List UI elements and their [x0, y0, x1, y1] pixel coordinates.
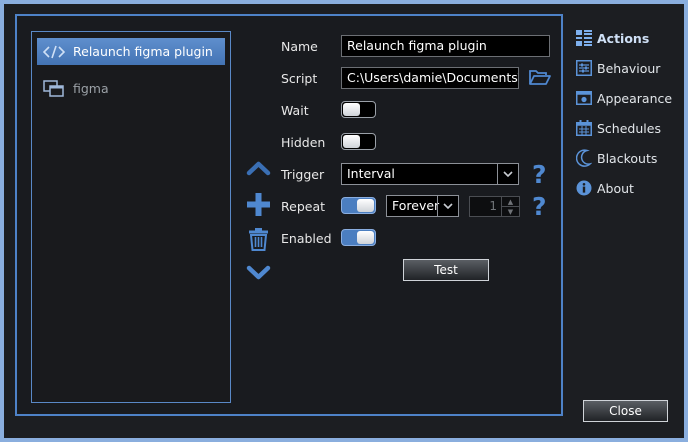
- wait-toggle[interactable]: [341, 101, 376, 118]
- trigger-help-icon[interactable]: ?: [532, 162, 547, 187]
- add-icon[interactable]: [246, 192, 271, 217]
- hidden-toggle[interactable]: [341, 133, 376, 150]
- nav-label: Appearance: [597, 90, 673, 106]
- stepper-down-icon[interactable]: ▼: [502, 207, 519, 216]
- test-button[interactable]: Test: [403, 259, 489, 281]
- repeat-toggle[interactable]: [341, 197, 376, 214]
- nav-label: Actions: [597, 30, 650, 46]
- list-icon: [576, 30, 592, 46]
- folder-open-icon[interactable]: [529, 69, 551, 86]
- sliders-icon: [576, 60, 592, 76]
- list-item-label: Relaunch figma plugin: [73, 44, 213, 59]
- wait-label: Wait: [281, 103, 309, 118]
- script-label: Script: [281, 71, 318, 86]
- trigger-label: Trigger: [281, 167, 325, 182]
- camera-icon: [576, 91, 592, 105]
- windows-group-icon: [43, 79, 64, 97]
- delete-icon[interactable]: [248, 227, 269, 251]
- repeat-label: Repeat: [281, 199, 326, 214]
- stepper-up-icon[interactable]: ▲: [502, 197, 519, 207]
- trigger-value: Interval: [347, 166, 395, 181]
- move-down-icon[interactable]: [246, 265, 271, 281]
- name-label: Name: [281, 39, 318, 54]
- moon-icon: [576, 149, 592, 167]
- hidden-label: Hidden: [281, 135, 326, 150]
- nav-item-schedules[interactable]: Schedules: [576, 117, 661, 139]
- enabled-toggle[interactable]: [341, 229, 376, 246]
- nav-item-behaviour[interactable]: Behaviour: [576, 57, 660, 79]
- repeat-mode-value: Forever: [392, 198, 440, 213]
- nav-label: Blackouts: [597, 150, 658, 166]
- close-button[interactable]: Close: [583, 400, 668, 422]
- list-item[interactable]: Relaunch figma plugin: [37, 38, 225, 65]
- nav-item-actions[interactable]: Actions: [576, 27, 649, 49]
- nav-label: About: [597, 180, 634, 196]
- repeat-count-stepper[interactable]: 1 ▲ ▼: [469, 196, 520, 217]
- trigger-dropdown[interactable]: Interval: [341, 163, 519, 185]
- chevron-down-icon: [437, 196, 458, 216]
- nav-item-appearance[interactable]: Appearance: [576, 87, 672, 109]
- calendar-icon: [576, 120, 592, 136]
- name-input[interactable]: Relaunch figma plugin: [341, 35, 550, 57]
- nav-label: Behaviour: [597, 60, 661, 76]
- info-icon: [576, 180, 592, 196]
- move-up-icon[interactable]: [246, 160, 271, 176]
- repeat-help-icon[interactable]: ?: [532, 194, 547, 219]
- actions-list[interactable]: Relaunch figma plugin figma: [31, 31, 231, 403]
- nav-item-about[interactable]: About: [576, 177, 634, 199]
- list-item-label: figma: [73, 81, 109, 96]
- list-item[interactable]: figma: [37, 75, 225, 102]
- enabled-label: Enabled: [281, 231, 332, 246]
- repeat-mode-dropdown[interactable]: Forever: [386, 195, 459, 217]
- code-icon: [43, 45, 65, 58]
- repeat-count-value: 1: [489, 199, 497, 213]
- chevron-down-icon: [497, 164, 518, 184]
- nav-item-blackouts[interactable]: Blackouts: [576, 147, 657, 169]
- script-input[interactable]: C:\Users\damie\Documents\fran: [341, 67, 519, 89]
- nav-label: Schedules: [597, 120, 661, 136]
